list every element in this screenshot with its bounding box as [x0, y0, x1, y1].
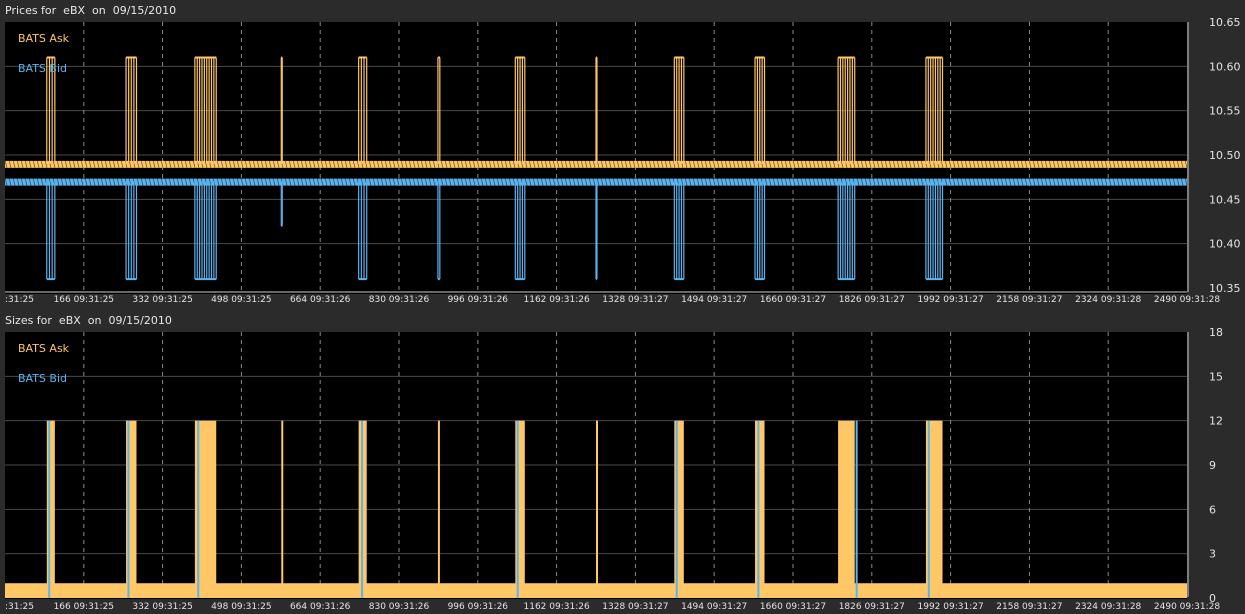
legend-entry-bats-bid: BATS Bid: [18, 372, 67, 385]
x-tick-label: 664 09:31:26: [290, 602, 351, 612]
x-tick-label: 166 09:31:25: [54, 602, 114, 612]
data-bar: [361, 420, 364, 598]
x-tick-label: 830 09:31:26: [369, 602, 430, 612]
data-bar: [127, 420, 130, 598]
data-bar: [46, 420, 55, 598]
legend-entry-bats-ask: BATS Ask: [18, 342, 70, 355]
x-tick-label: 664 09:31:26: [290, 295, 351, 305]
y-tick-label: 3: [1209, 548, 1216, 561]
data-bar: [281, 420, 284, 598]
x-tick-label: 2158 09:31:27: [996, 602, 1062, 612]
x-tick-label: 996 09:31:26: [448, 602, 509, 612]
x-tick-label: 996 09:31:26: [448, 295, 509, 305]
x-tick-label: 1328 09:31:27: [602, 295, 668, 305]
y-tick-label: 9: [1209, 459, 1216, 472]
x-tick-label: 1162 09:31:26: [524, 602, 590, 612]
x-tick-label: 1328 09:31:27: [602, 602, 668, 612]
data-bar: [755, 420, 765, 598]
x-tick-label: 498 09:31:25: [211, 295, 271, 305]
x-tick-label: :31:25: [5, 602, 34, 612]
x-tick-label: 332 09:31:25: [132, 602, 192, 612]
x-tick-label: 1660 09:31:27: [760, 602, 826, 612]
y-tick-label: 12: [1209, 415, 1223, 428]
x-tick-label: 2158 09:31:27: [996, 295, 1062, 305]
y-tick-label: 10.35: [1209, 282, 1241, 295]
y-tick-label: 6: [1209, 503, 1216, 516]
data-bar: [48, 420, 51, 598]
y-tick-label: 15: [1209, 370, 1223, 383]
data-bar: [437, 420, 440, 598]
data-bar: [596, 420, 598, 598]
x-tick-label: 1826 09:31:27: [839, 295, 905, 305]
x-tick-label: 1494 09:31:27: [681, 602, 747, 612]
data-bar: [197, 420, 200, 598]
x-tick-label: 2490 09:31:28: [1154, 295, 1220, 305]
y-tick-label: 10.55: [1209, 105, 1241, 118]
x-tick-label: 166 09:31:25: [54, 295, 114, 305]
x-tick-label: 1162 09:31:26: [524, 295, 590, 305]
x-tick-label: 830 09:31:26: [369, 295, 430, 305]
x-tick-label: 1992 09:31:27: [918, 295, 984, 305]
x-tick-label: 1660 09:31:27: [760, 295, 826, 305]
x-tick-label: 2490 09:31:28: [1154, 602, 1220, 612]
x-tick-label: 1992 09:31:27: [918, 602, 984, 612]
sizes-panel: Sizes for eBX on 09/15/2010 0 3 6 9 12 15 18:3…: [0, 310, 1245, 614]
y-tick-label: 10.40: [1209, 238, 1241, 251]
data-bar: [855, 420, 858, 598]
legend-entry-bats-bid: BATS Bid: [18, 62, 67, 75]
data-bar: [838, 420, 855, 598]
data-bar: [757, 420, 760, 598]
y-tick-label: 10.65: [1209, 16, 1241, 29]
x-tick-label: 498 09:31:25: [211, 602, 271, 612]
data-bar: [927, 420, 930, 598]
y-tick-label: 10.50: [1209, 149, 1241, 162]
y-tick-label: 18: [1209, 326, 1223, 339]
prices-panel: Prices for eBX on 09/15/2010 10.35 10.40 1…: [0, 0, 1245, 310]
data-bar: [675, 420, 678, 598]
x-tick-label: 2324 09:31:28: [1075, 602, 1141, 612]
x-tick-label: :31:25: [5, 295, 34, 305]
x-tick-label: 1494 09:31:27: [681, 295, 747, 305]
y-tick-label: 10.60: [1209, 60, 1241, 73]
prices-chart: 10.35 10.40 10.45 10.50 10.55 10.60 10.65 :31:2…: [4, 16, 1241, 305]
legend-entry-bats-ask: BATS Ask: [18, 32, 70, 45]
sizes-chart: 0369121518:31:25 166 09:31:25 332 09:31:25…: [5, 326, 1223, 612]
data-bar: [516, 420, 519, 598]
x-tick-label: 332 09:31:25: [132, 295, 192, 305]
x-tick-label: 1826 09:31:27: [839, 602, 905, 612]
x-tick-label: 2324 09:31:28: [1075, 295, 1141, 305]
y-tick-label: 10.45: [1209, 193, 1241, 206]
